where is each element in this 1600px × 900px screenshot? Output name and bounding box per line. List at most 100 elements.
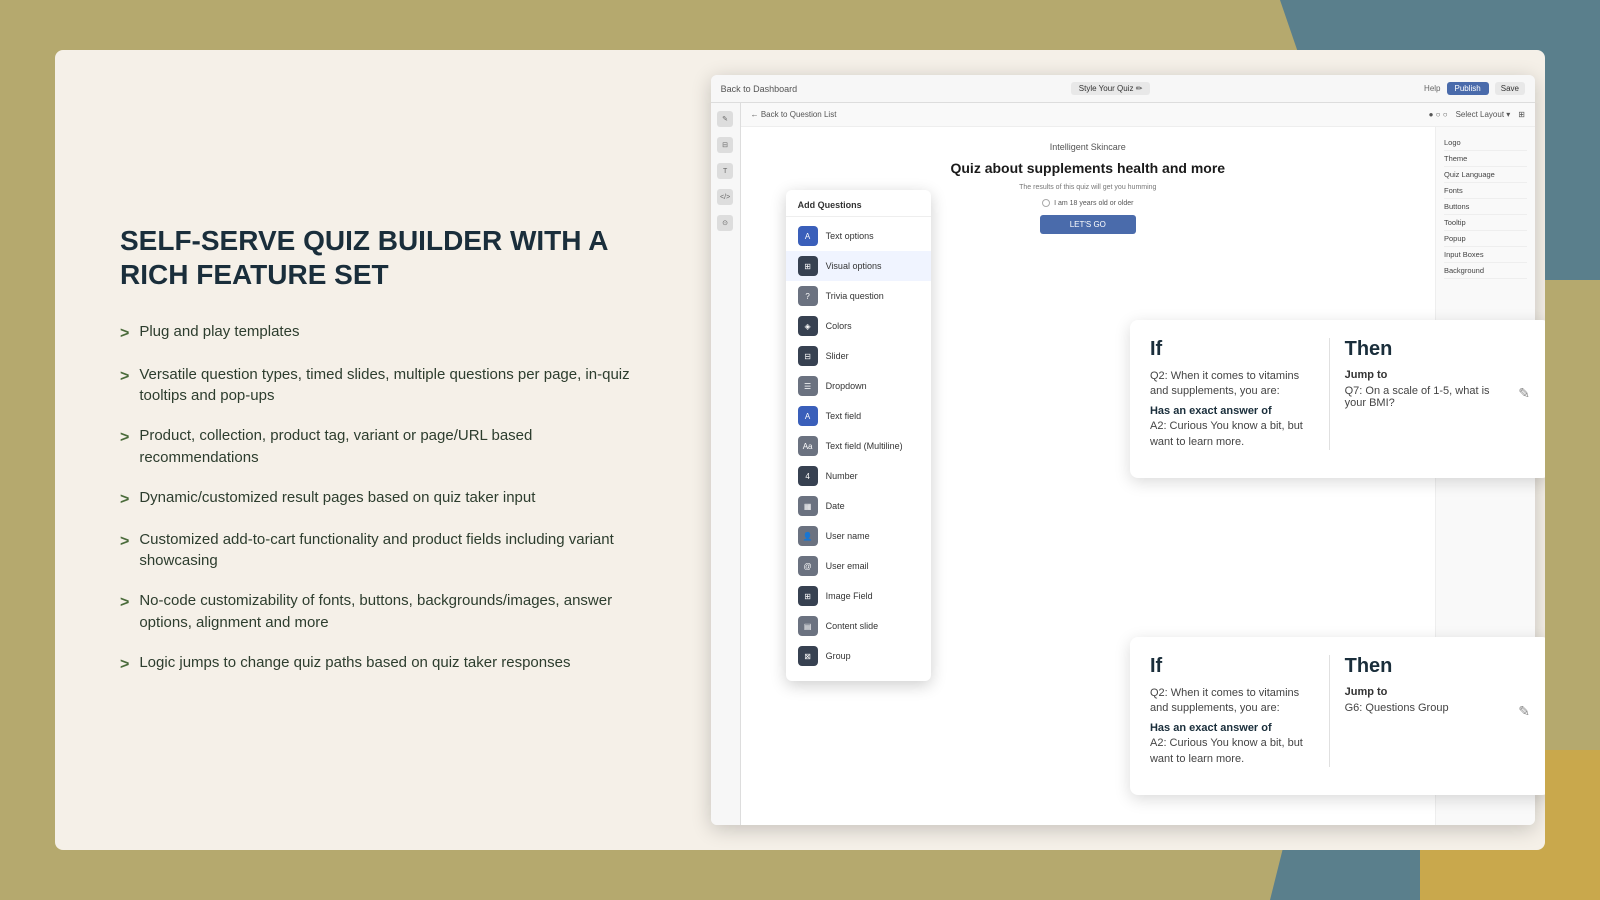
navigation-dots: ● ○ ○ (1429, 110, 1448, 119)
code-icon[interactable]: </> (717, 189, 733, 205)
logic-card-2-header: If Q2: When it comes to vitamins and sup… (1150, 655, 1530, 767)
settings-logo[interactable]: Logo (1444, 135, 1527, 151)
layers-icon[interactable]: ⊟ (717, 137, 733, 153)
aq-item-text-options[interactable]: A Text options (786, 221, 931, 251)
left-panel: SELF-SERVE QUIZ BUILDER WITH A RICH FEAT… (55, 50, 711, 850)
user-email-icon: @ (798, 556, 818, 576)
settings-icon[interactable]: ⊙ (717, 215, 733, 231)
aq-item-user-name[interactable]: 👤 User name (786, 521, 931, 551)
if-condition-2: Q2: When it comes to vitamins and supple… (1150, 686, 1314, 767)
logic-if-section-1: If Q2: When it comes to vitamins and sup… (1150, 338, 1314, 450)
aq-item-trivia[interactable]: ? Trivia question (786, 281, 931, 311)
trivia-icon: ? (798, 286, 818, 306)
quiz-subtitle: The results of this quiz will get you hu… (1019, 184, 1156, 191)
aq-item-image-field[interactable]: ⊞ Image Field (786, 581, 931, 611)
settings-quiz-language[interactable]: Quiz Language (1444, 167, 1527, 183)
colors-icon: ◈ (798, 316, 818, 336)
aq-item-colors[interactable]: ◈ Colors (786, 311, 931, 341)
chevron-icon: > (120, 653, 129, 676)
chevron-icon: > (120, 365, 129, 388)
settings-fonts[interactable]: Fonts (1444, 183, 1527, 199)
settings-tooltip[interactable]: Tooltip (1444, 215, 1527, 231)
jump-to-value-1: Q7: On a scale of 1-5, what is your BMI? (1345, 385, 1509, 409)
help-link[interactable]: Help (1424, 84, 1440, 93)
settings-theme[interactable]: Theme (1444, 151, 1527, 167)
then-label-1: Then (1345, 338, 1509, 361)
aq-item-slider[interactable]: ⊟ Slider (786, 341, 931, 371)
quiz-builder-topbar: Back to Dashboard Style Your Quiz ✏ Help… (711, 75, 1535, 103)
topbar-right: Help Publish Save (1424, 82, 1525, 95)
content-topbar: ← Back to Question List ● ○ ○ Select Lay… (741, 103, 1535, 127)
settings-background[interactable]: Background (1444, 263, 1527, 279)
jump-to-label-2: Jump to (1345, 686, 1509, 698)
aq-item-content-slide[interactable]: ▤ Content slide (786, 611, 931, 641)
list-item: > Product, collection, product tag, vari… (120, 425, 656, 469)
settings-popup[interactable]: Popup (1444, 231, 1527, 247)
edit-logic-button-2[interactable]: ✎ (1518, 655, 1530, 767)
aq-item-number[interactable]: 4 Number (786, 461, 931, 491)
if-condition-1: Q2: When it comes to vitamins and supple… (1150, 369, 1314, 450)
chevron-icon: > (120, 591, 129, 614)
feature-list: > Plug and play templates > Versatile qu… (120, 321, 656, 676)
edit-logic-button-1[interactable]: ✎ (1518, 338, 1530, 450)
type-icon[interactable]: T (717, 163, 733, 179)
number-icon: 4 (798, 466, 818, 486)
main-card: SELF-SERVE QUIZ BUILDER WITH A RICH FEAT… (55, 50, 1545, 850)
back-to-questions[interactable]: ← Back to Question List (751, 110, 837, 119)
back-to-dashboard-link[interactable]: Back to Dashboard (721, 84, 798, 94)
quiz-title: Quiz about supplements health and more (950, 160, 1225, 176)
list-item: > Logic jumps to change quiz paths based… (120, 652, 656, 676)
date-icon: ▦ (798, 496, 818, 516)
text-field-icon: A (798, 406, 818, 426)
list-item: > No-code customizability of fonts, butt… (120, 590, 656, 634)
user-name-icon: 👤 (798, 526, 818, 546)
text-options-icon: A (798, 226, 818, 246)
text-multiline-icon: Aa (798, 436, 818, 456)
logic-card-1: If Q2: When it comes to vitamins and sup… (1130, 320, 1545, 478)
layout-selector[interactable]: Select Layout ▾ (1456, 110, 1511, 119)
list-item: > Versatile question types, timed slides… (120, 364, 656, 408)
settings-buttons[interactable]: Buttons (1444, 199, 1527, 215)
aq-item-visual-options[interactable]: ⊞ Visual options (786, 251, 931, 281)
jump-to-label-1: Jump to (1345, 369, 1509, 381)
topbar-center: Style Your Quiz ✏ (1071, 82, 1151, 95)
if-label-1: If (1150, 338, 1314, 361)
visual-options-icon: ⊞ (798, 256, 818, 276)
add-questions-dropdown: Add Questions A Text options ⊞ Visual op… (786, 190, 931, 681)
edit-icon[interactable]: ✎ (717, 111, 733, 127)
logic-card-1-header: If Q2: When it comes to vitamins and sup… (1150, 338, 1530, 450)
list-item: > Plug and play templates (120, 321, 656, 345)
style-quiz-button[interactable]: Style Your Quiz ✏ (1071, 82, 1151, 95)
checkbox-box (1042, 199, 1050, 207)
aq-item-user-email[interactable]: @ User email (786, 551, 931, 581)
topbar-left: Back to Dashboard (721, 84, 798, 94)
age-checkbox[interactable]: I am 18 years old or older (1042, 199, 1133, 207)
lets-go-button[interactable]: LET'S GO (1040, 215, 1136, 234)
aq-item-text-field-multiline[interactable]: Aa Text field (Multiline) (786, 431, 931, 461)
save-button[interactable]: Save (1495, 82, 1525, 95)
logic-divider-2 (1329, 655, 1330, 767)
aq-item-dropdown[interactable]: ☰ Dropdown (786, 371, 931, 401)
aq-item-text-field[interactable]: A Text field (786, 401, 931, 431)
if-label-2: If (1150, 655, 1314, 678)
chevron-icon: > (120, 426, 129, 449)
list-item: > Dynamic/customized result pages based … (120, 487, 656, 511)
image-field-icon: ⊞ (798, 586, 818, 606)
logic-if-section-2: If Q2: When it comes to vitamins and sup… (1150, 655, 1314, 767)
aq-item-date[interactable]: ▦ Date (786, 491, 931, 521)
logic-card-2: If Q2: When it comes to vitamins and sup… (1130, 637, 1545, 795)
settings-input-boxes[interactable]: Input Boxes (1444, 247, 1527, 263)
aq-item-group[interactable]: ⊠ Group (786, 641, 931, 671)
chevron-icon: > (120, 530, 129, 553)
sidebar-icons: ✎ ⊟ T </> ⊙ (711, 103, 741, 825)
logic-divider-1 (1329, 338, 1330, 450)
grid-icon: ⊞ (1518, 110, 1525, 119)
then-label-2: Then (1345, 655, 1509, 678)
dropdown-icon: ☰ (798, 376, 818, 396)
logic-then-section-1: Then Jump to Q7: On a scale of 1-5, what… (1345, 338, 1509, 450)
content-slide-icon: ▤ (798, 616, 818, 636)
logic-then-section-2: Then Jump to G6: Questions Group (1345, 655, 1509, 767)
publish-button[interactable]: Publish (1447, 82, 1489, 95)
slider-icon: ⊟ (798, 346, 818, 366)
jump-to-value-2: G6: Questions Group (1345, 702, 1509, 714)
